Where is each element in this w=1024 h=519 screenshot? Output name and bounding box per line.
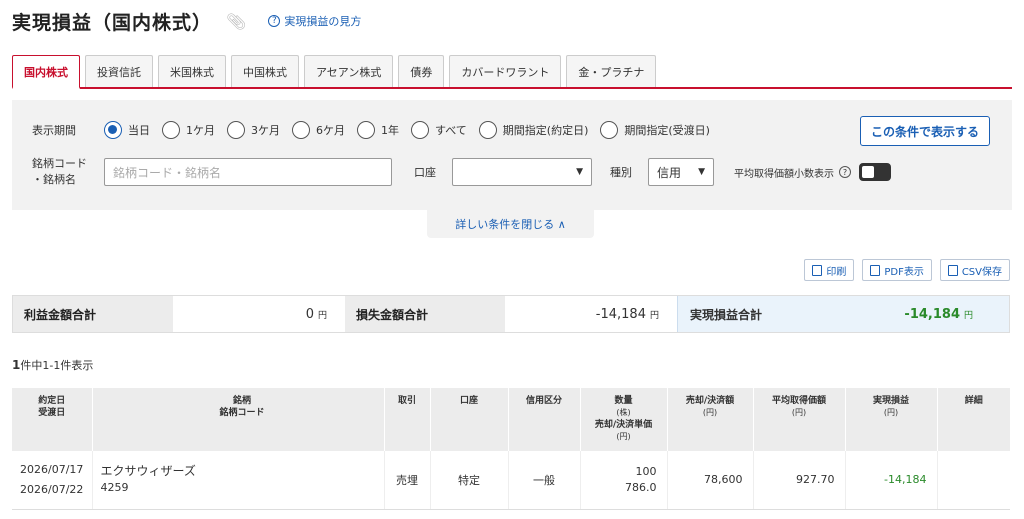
decimal-toggle[interactable] xyxy=(859,163,891,181)
help-link[interactable]: ? 実現損益の見方 xyxy=(268,13,361,29)
col-name: 銘柄 銘柄コード xyxy=(91,388,384,451)
loss-total-label: 損失金額合計 xyxy=(345,296,505,332)
period-radio-all[interactable]: すべて xyxy=(411,121,467,139)
results-table: 約定日 受渡日 銘柄 銘柄コード 取引 口座 信用区分 数量 (株) 売却/決済単価 (円… xyxy=(12,388,1010,510)
question-icon[interactable]: ? xyxy=(839,166,851,178)
col-credit: 信用区分 xyxy=(507,388,580,451)
radio-icon xyxy=(162,121,180,139)
paperclip-icon[interactable]: 📎︎ xyxy=(226,12,246,31)
collapse-conditions-button[interactable]: 詳しい条件を閉じる ∧ xyxy=(427,210,594,238)
printer-icon xyxy=(812,264,823,276)
tab-gold-platinum[interactable]: 金・プラチナ xyxy=(566,55,657,87)
pdf-button[interactable]: PDF表示 xyxy=(862,259,932,281)
realized-total-value: -14,184 円 xyxy=(845,296,1009,332)
period-radio-6m[interactable]: 6ケ月 xyxy=(292,121,345,139)
decimal-label: 平均取得価額小数表示 ? xyxy=(734,165,851,180)
col-date: 約定日 受渡日 xyxy=(12,388,92,451)
stock-label: 銘柄コード ・銘柄名 xyxy=(32,157,87,186)
kind-label: 種別 xyxy=(610,166,632,179)
period-radio-1y[interactable]: 1年 xyxy=(357,121,399,139)
kind-select[interactable]: 信用 ▼ xyxy=(648,158,714,186)
table-row: 2026/07/17 2026/07/22 エクサウィザーズ 4259 売埋 特定 … xyxy=(12,451,1010,510)
radio-icon xyxy=(357,121,375,139)
period-row: 表示期間 当日 1ケ月 3ケ月 6ケ月 1年 すべて 期間指定(約定日) 期間指… xyxy=(32,120,722,140)
period-radio-today[interactable]: 当日 xyxy=(104,121,150,139)
col-pnl: 実現損益 (円) xyxy=(844,388,937,451)
tab-bonds[interactable]: 債券 xyxy=(398,55,445,87)
cell-detail xyxy=(936,451,1010,510)
cell-qty-price: 100 786.0 xyxy=(579,451,667,510)
account-select[interactable]: ▼ xyxy=(452,158,592,186)
stock-row: 銘柄コード ・銘柄名 銘柄コード・銘柄名 口座 ▼ 種別 信用 ▼ 平均取得価額… xyxy=(32,156,891,188)
col-account: 口座 xyxy=(429,388,508,451)
submit-button[interactable]: この条件で表示する xyxy=(860,116,990,146)
filter-panel: 表示期間 当日 1ケ月 3ケ月 6ケ月 1年 すべて 期間指定(約定日) 期間指… xyxy=(12,100,1012,210)
summary-bar: 利益金額合計 0円 損失金額合計 -14,184 円 実現損益合計 -14,184… xyxy=(12,295,1010,333)
chevron-up-icon: ∧ xyxy=(557,217,566,231)
action-buttons: 印刷 PDF表示 CSV保存 xyxy=(796,259,1010,281)
radio-icon xyxy=(600,121,619,139)
col-qty: 数量 (株) 売却/決済単価 (円) xyxy=(579,388,667,451)
table-header-row: 約定日 受渡日 銘柄 銘柄コード 取引 口座 信用区分 数量 (株) 売却/決済単価 (円… xyxy=(12,388,1010,451)
cell-dates: 2026/07/17 2026/07/22 xyxy=(12,451,92,510)
period-radio-1m[interactable]: 1ケ月 xyxy=(162,121,215,139)
caret-down-icon: ▼ xyxy=(698,167,705,177)
tab-covered-warrants[interactable]: カバードワラント xyxy=(449,55,562,87)
radio-icon xyxy=(411,121,429,139)
cell-credit: 一般 xyxy=(507,451,580,510)
tab-asean-stocks[interactable]: アセアン株式 xyxy=(304,55,394,87)
account-label: 口座 xyxy=(414,166,436,179)
period-radio-settle-date[interactable]: 期間指定(受渡日) xyxy=(600,121,710,139)
cell-avg: 927.70 xyxy=(752,451,845,510)
period-label: 表示期間 xyxy=(32,124,76,137)
page-header: 実現損益（国内株式） 📎︎ ? 実現損益の見方 xyxy=(12,6,361,36)
cell-account: 特定 xyxy=(429,451,508,510)
cell-trade: 売埋 xyxy=(383,451,430,510)
col-amount: 売却/決済額 (円) xyxy=(666,388,753,451)
period-radio-trade-date[interactable]: 期間指定(約定日) xyxy=(478,121,588,139)
realized-total-label: 実現損益合計 xyxy=(677,296,845,332)
question-icon: ? xyxy=(268,15,281,27)
print-button[interactable]: 印刷 xyxy=(804,259,855,281)
tab-investment-trusts[interactable]: 投資信託 xyxy=(85,55,153,87)
profit-total-value: 0円 xyxy=(173,296,345,332)
radio-icon xyxy=(227,121,245,139)
profit-total-label: 利益金額合計 xyxy=(13,296,173,332)
radio-selected-icon xyxy=(104,121,122,139)
stock-input[interactable]: 銘柄コード・銘柄名 xyxy=(104,158,392,186)
result-count: 1件中1-1件表示 xyxy=(12,358,94,372)
cell-pnl: -14,184 xyxy=(844,451,937,510)
csv-icon xyxy=(947,264,958,276)
col-detail: 詳細 xyxy=(936,388,1010,451)
help-link-label: 実現損益の見方 xyxy=(284,15,362,28)
radio-icon xyxy=(478,121,497,139)
caret-down-icon: ▼ xyxy=(576,167,583,177)
pdf-icon xyxy=(870,264,881,276)
col-trade: 取引 xyxy=(383,388,430,451)
page-title: 実現損益（国内株式） xyxy=(12,11,213,34)
csv-button[interactable]: CSV保存 xyxy=(939,259,1010,281)
cell-stock: エクサウィザーズ 4259 xyxy=(91,451,384,510)
loss-total-value: -14,184 円 xyxy=(505,296,677,332)
market-tabs: 国内株式 投資信託 米国株式 中国株式 アセアン株式 債券 カバードワラント 金… xyxy=(12,55,1012,89)
radio-icon xyxy=(292,121,310,139)
col-avg: 平均取得価額 (円) xyxy=(752,388,845,451)
period-radio-3m[interactable]: 3ケ月 xyxy=(227,121,280,139)
tab-us-stocks[interactable]: 米国株式 xyxy=(158,55,226,87)
cell-amount: 78,600 xyxy=(666,451,753,510)
tab-domestic-stocks[interactable]: 国内株式 xyxy=(12,55,80,89)
tab-china-stocks[interactable]: 中国株式 xyxy=(231,55,299,87)
